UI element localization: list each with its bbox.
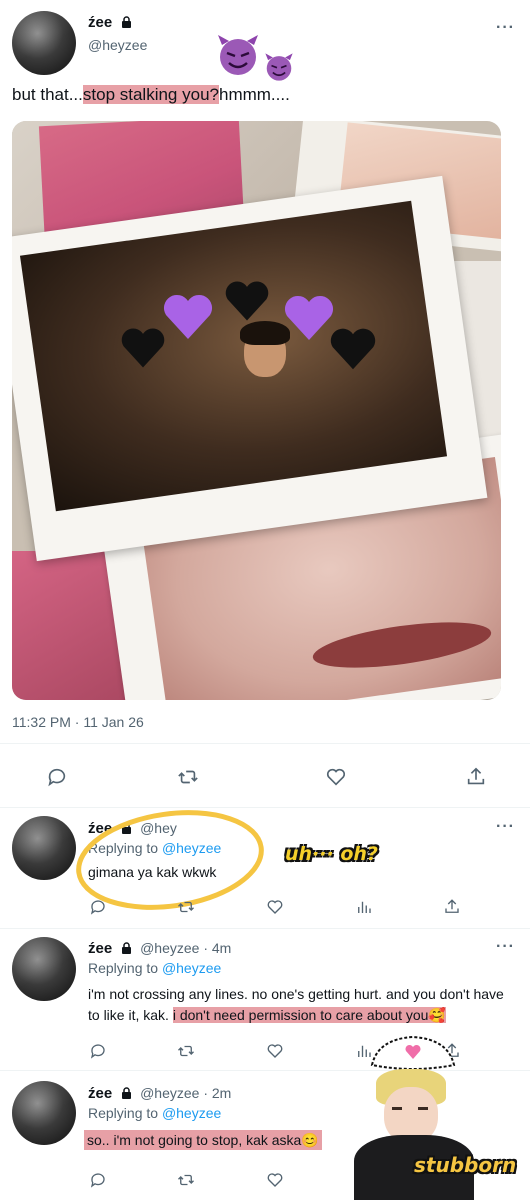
share-icon[interactable]	[438, 893, 466, 921]
stubborn-sticker: stubborn	[352, 1035, 530, 1200]
reply-icon[interactable]	[84, 1166, 112, 1194]
share-icon[interactable]	[462, 763, 490, 791]
retweet-icon[interactable]	[172, 893, 200, 921]
uh-oh-sticker: uh··· oh?	[285, 843, 378, 865]
display-name[interactable]: źee	[88, 14, 112, 31]
reply-icon[interactable]	[84, 1037, 112, 1065]
tweet-media-image[interactable]	[12, 121, 501, 700]
handle[interactable]: @heyzee · 4m	[140, 940, 231, 956]
tweet-text: but that...stop stalking you?hmmm....	[12, 85, 290, 105]
reply-text: i'm not crossing any lines. no one's get…	[88, 984, 513, 1026]
tweet-text-after: hmmm....	[218, 85, 290, 104]
replying-prefix: Replying to	[88, 1105, 159, 1121]
lock-icon	[121, 1087, 131, 1099]
display-name[interactable]: źee	[88, 940, 112, 957]
tweet-header: źee	[88, 14, 132, 32]
handle[interactable]: @heyzee	[88, 37, 147, 53]
reply-icon[interactable]	[43, 763, 71, 791]
tweet-text-before: but that...	[12, 85, 83, 104]
reply-text: so.. i'm not going to stop, kak aska😊	[84, 1130, 322, 1151]
avatar[interactable]	[12, 816, 76, 880]
retweet-icon[interactable]	[172, 1037, 200, 1065]
stubborn-label: stubborn	[414, 1153, 517, 1177]
devil-emoji-icon	[262, 52, 296, 82]
tweet-text-highlight: stop stalking you?	[82, 85, 219, 104]
reply-header: źee @heyzee · 2m	[88, 1085, 231, 1103]
more-icon[interactable]: ···	[496, 818, 515, 836]
devil-emoji-icon	[214, 33, 262, 77]
replying-handle-link[interactable]: @heyzee	[162, 960, 221, 976]
lock-icon	[121, 942, 131, 954]
like-icon[interactable]	[322, 763, 350, 791]
purple-heart-icon	[163, 294, 213, 339]
like-icon[interactable]	[261, 1166, 289, 1194]
reply-text-highlight: i don't need permission to care about yo…	[172, 1007, 446, 1023]
black-heart-icon	[330, 328, 376, 370]
views-icon[interactable]	[350, 893, 378, 921]
divider	[0, 743, 530, 744]
display-name[interactable]: źee	[88, 1085, 112, 1102]
lock-icon	[121, 16, 131, 28]
black-heart-icon	[121, 328, 165, 368]
reply-text-highlight: so.. i'm not going to stop, kak aska😊	[84, 1130, 322, 1150]
timestamp[interactable]: 11:32 PM · 11 Jan 26	[12, 714, 144, 730]
black-heart-icon	[225, 281, 269, 321]
avatar[interactable]	[12, 1081, 76, 1145]
replying-prefix: Replying to	[88, 960, 159, 976]
like-icon[interactable]	[261, 1037, 289, 1065]
replying-handle-link[interactable]: @heyzee	[162, 1105, 221, 1121]
like-icon[interactable]	[261, 893, 289, 921]
replying-to: Replying to @heyzee	[88, 960, 221, 976]
reply-icon[interactable]	[84, 893, 112, 921]
avatar[interactable]	[12, 937, 76, 1001]
divider	[0, 928, 530, 929]
purple-heart-icon	[284, 295, 334, 340]
avatar[interactable]	[12, 11, 76, 75]
retweet-icon[interactable]	[174, 763, 202, 791]
more-icon[interactable]: ···	[496, 19, 515, 37]
retweet-icon[interactable]	[172, 1166, 200, 1194]
more-icon[interactable]: ···	[496, 938, 515, 956]
reply-header: źee @heyzee · 4m	[88, 940, 231, 958]
replying-to: Replying to @heyzee	[88, 1105, 221, 1121]
handle[interactable]: @heyzee · 2m	[140, 1085, 231, 1101]
